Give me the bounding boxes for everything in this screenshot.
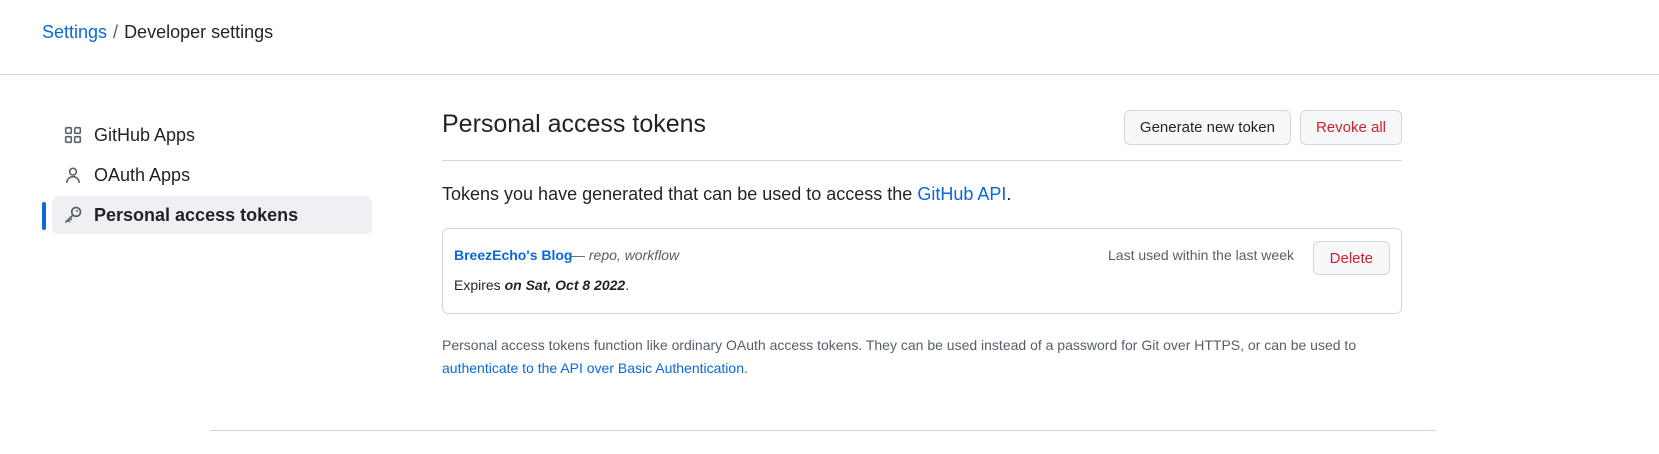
footnote-body: Personal access tokens function like ord… [442, 337, 1357, 353]
breadcrumb-settings-link[interactable]: Settings [42, 22, 107, 42]
breadcrumb-current: Developer settings [124, 22, 274, 42]
token-scopes: — repo, workflow [571, 247, 680, 263]
token-expires-suffix: . [625, 277, 630, 293]
token-last-used: Last used within the last week [1108, 247, 1294, 263]
top-bar: Settings / Developer settings [0, 0, 1659, 75]
sidebar-item-label: GitHub Apps [94, 124, 196, 145]
footnote-end: . [743, 360, 748, 376]
token-expires-date: on Sat, Oct 8 2022 [504, 277, 626, 293]
intro-text-body: Tokens you have generated that can be us… [442, 184, 918, 204]
sidebar-item-label: OAuth Apps [94, 164, 191, 185]
sidebar-item-oauth-apps[interactable]: OAuth Apps [42, 156, 372, 194]
breadcrumb-separator: / [113, 22, 119, 42]
breadcrumb: Settings / Developer settings [42, 21, 273, 43]
active-indicator [42, 202, 46, 230]
generate-new-token-button[interactable]: Generate new token [1123, 110, 1291, 145]
token-list-item: BreezEcho's Blog — repo, workflow Expire… [442, 228, 1402, 314]
sidebar-item-personal-access-tokens[interactable]: Personal access tokens [42, 196, 372, 234]
page-title: Personal access tokens [442, 110, 707, 138]
footnote-text: Personal access tokens function like ord… [442, 334, 1402, 380]
page-header: Personal access tokens Generate new toke… [442, 110, 1402, 161]
person-icon [62, 164, 84, 186]
sidebar-item-label: Personal access tokens [94, 204, 299, 225]
token-expiration: Expires on Sat, Oct 8 2022. [454, 277, 629, 293]
main-content: Personal access tokens Generate new toke… [442, 110, 1402, 376]
token-expires-prefix: Expires [454, 277, 505, 293]
intro-text-end: . [1006, 184, 1012, 204]
sidebar-item-github-apps[interactable]: GitHub Apps [42, 116, 372, 154]
intro-text: Tokens you have generated that can be us… [442, 184, 1011, 205]
revoke-all-button[interactable]: Revoke all [1299, 110, 1402, 145]
github-api-link[interactable]: GitHub API [917, 184, 1006, 204]
key-icon [62, 204, 84, 226]
token-name-link[interactable]: BreezEcho's Blog [454, 247, 572, 263]
delete-token-button[interactable]: Delete [1312, 241, 1390, 275]
footer-divider [210, 430, 1436, 431]
basic-auth-link[interactable]: authenticate to the API over Basic Authe… [442, 360, 744, 376]
sidebar-nav: GitHub Apps OAuth Apps Personal access t… [42, 116, 372, 236]
apps-grid-icon [62, 124, 84, 146]
